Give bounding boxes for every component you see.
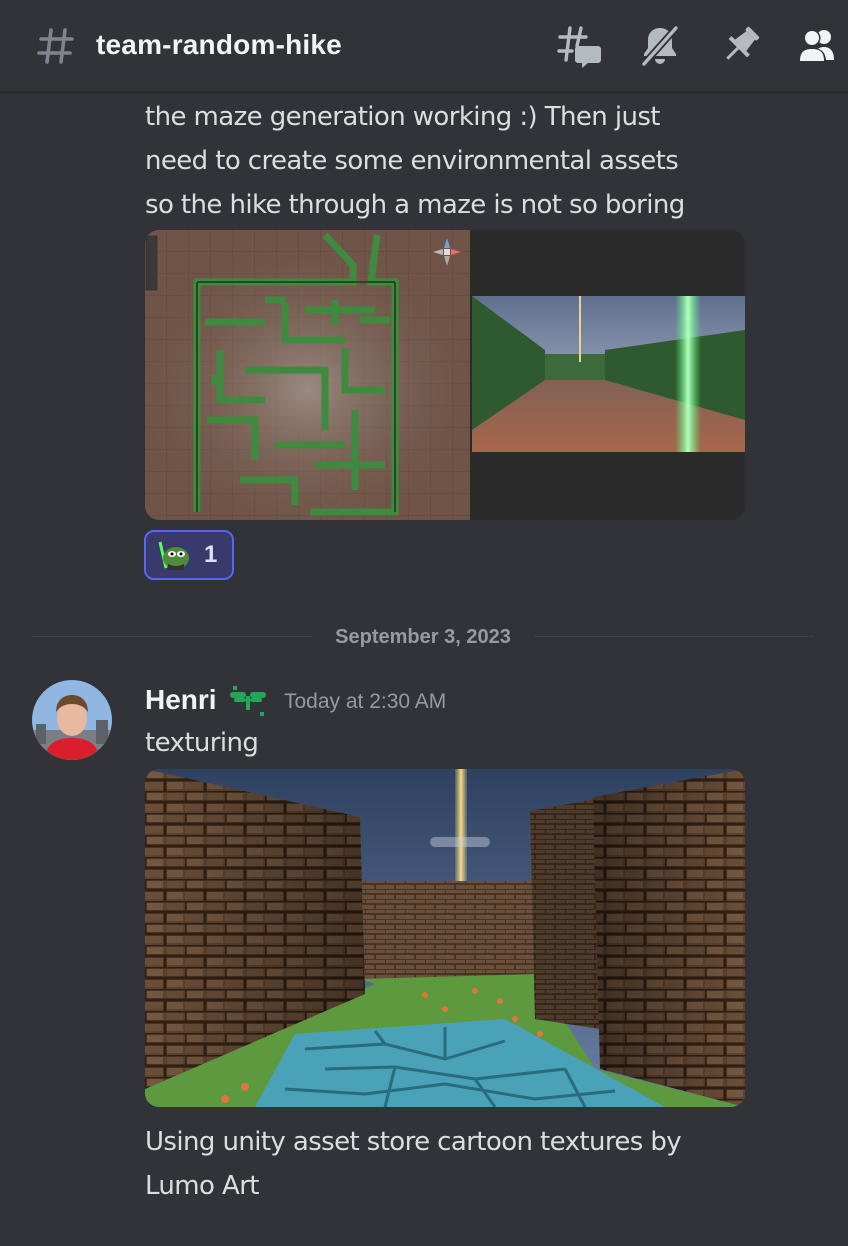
members-icon[interactable] — [794, 22, 842, 70]
message-timestamp: Today at 2:30 AM — [284, 690, 447, 713]
message-caption-line: Lumo Art — [145, 1171, 259, 1201]
message-text-line: so the hike through a maze is not so bor… — [145, 190, 685, 220]
hash-icon — [37, 28, 74, 64]
divider-line-left — [32, 636, 312, 637]
pin-icon[interactable] — [716, 22, 764, 70]
pepe-lightsaber-emoji — [158, 541, 189, 570]
message-text-line: need to create some environmental assets — [145, 146, 679, 176]
channel-header: team-random-hike — [0, 0, 848, 92]
avatar[interactable] — [32, 680, 112, 760]
message-caption-line: Using unity asset store cartoon textures… — [145, 1127, 682, 1157]
reaction-count: 1 — [204, 541, 218, 568]
message-list[interactable]: the maze generation working :) Then just… — [0, 92, 848, 1246]
threads-icon[interactable] — [556, 22, 604, 70]
message-author[interactable]: Henri — [145, 682, 217, 718]
reaction-button[interactable]: 1 — [144, 530, 234, 580]
maze-screenshot-attachment[interactable] — [145, 230, 745, 520]
divider-line-right — [534, 636, 814, 637]
texture-screenshot-attachment[interactable] — [145, 769, 745, 1107]
date-divider: September 3, 2023 — [312, 624, 534, 650]
sprout-badge-icon — [230, 686, 266, 716]
message-text-line: the maze generation working :) Then just — [145, 102, 660, 132]
channel-name: team-random-hike — [96, 29, 342, 60]
mute-bell-icon[interactable] — [636, 22, 684, 70]
message-text: texturing — [145, 728, 259, 758]
